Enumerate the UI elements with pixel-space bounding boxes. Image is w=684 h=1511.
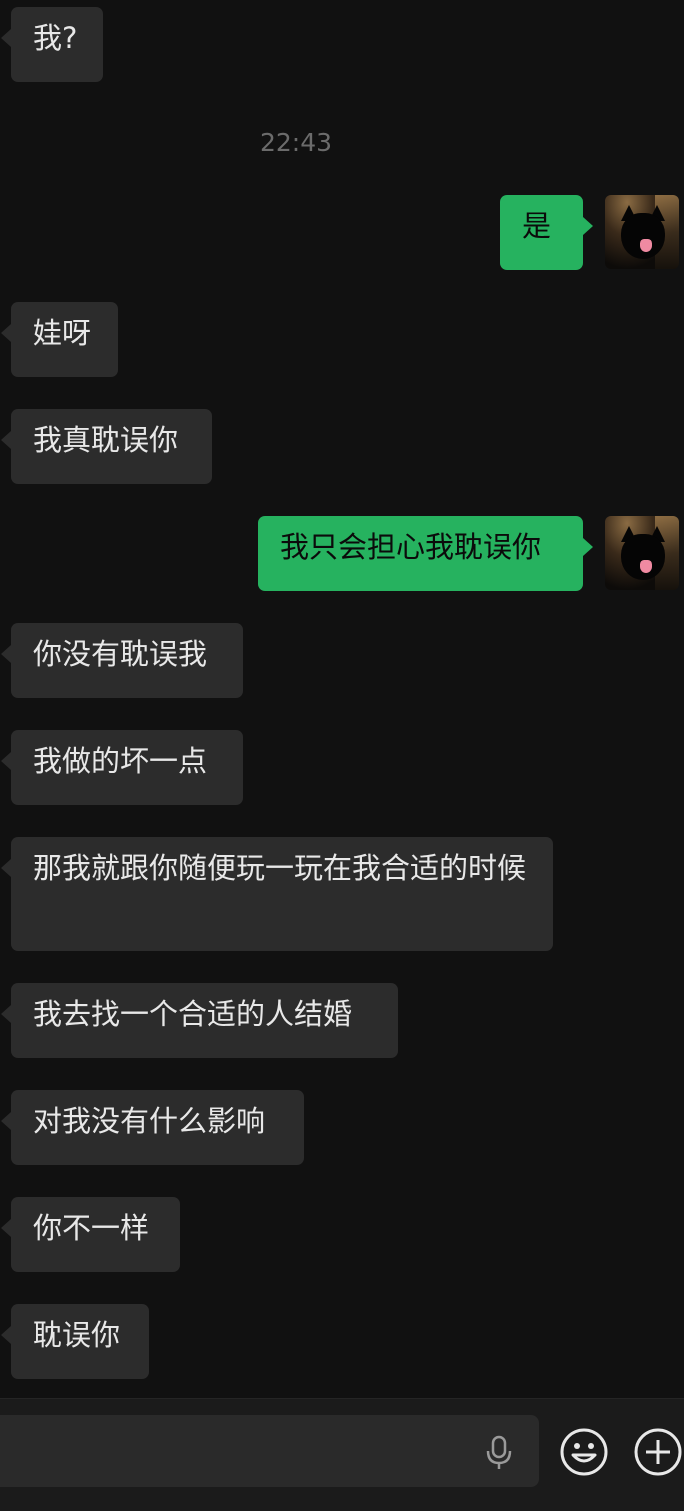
chat-area[interactable]: 我? 22:43 是 娃呀 我真耽误你 我只会担心我耽误你 你没有耽误我 我做的… (0, 0, 684, 1398)
message-text: 耽误你 (33, 1318, 121, 1352)
message-incoming[interactable]: 我真耽误你 (1, 409, 212, 484)
message-text: 那我就跟你随便玩一玩在我合适的时候 (33, 851, 527, 885)
message-incoming[interactable]: 我做的坏一点 (1, 730, 243, 805)
message-incoming[interactable]: 那我就跟你随便玩一玩在我合适的时候 (1, 837, 553, 951)
message-incoming[interactable]: 娃呀 (1, 302, 118, 377)
message-text: 你没有耽误我 (33, 637, 208, 671)
emoji-icon[interactable] (559, 1427, 609, 1477)
plus-icon[interactable] (633, 1427, 683, 1477)
message-incoming[interactable]: 我? (1, 7, 103, 82)
message-text: 你不一样 (33, 1211, 150, 1245)
message-text: 我做的坏一点 (33, 744, 208, 778)
message-text: 是 (522, 209, 552, 243)
message-input[interactable] (0, 1415, 539, 1487)
my-avatar[interactable] (605, 516, 679, 590)
message-incoming[interactable]: 你不一样 (1, 1197, 180, 1272)
message-text: 娃呀 (33, 316, 92, 350)
message-text: 我真耽误你 (33, 423, 179, 457)
message-incoming[interactable]: 我去找一个合适的人结婚 (1, 983, 398, 1058)
message-incoming[interactable]: 你没有耽误我 (1, 623, 243, 698)
message-outgoing[interactable]: 我只会担心我耽误你 (258, 516, 593, 591)
input-bar (0, 1398, 684, 1511)
message-outgoing[interactable]: 是 (500, 195, 593, 270)
mic-icon[interactable] (484, 1435, 514, 1471)
my-avatar[interactable] (605, 195, 679, 269)
message-text: 我只会担心我耽误你 (280, 530, 542, 564)
message-text: 对我没有什么影响 (33, 1104, 266, 1138)
message-text: 我? (33, 21, 78, 55)
message-incoming[interactable]: 耽误你 (1, 1304, 149, 1379)
message-incoming[interactable]: 对我没有什么影响 (1, 1090, 304, 1165)
message-text: 我去找一个合适的人结婚 (33, 997, 353, 1031)
message-timestamp: 22:43 (259, 128, 333, 157)
